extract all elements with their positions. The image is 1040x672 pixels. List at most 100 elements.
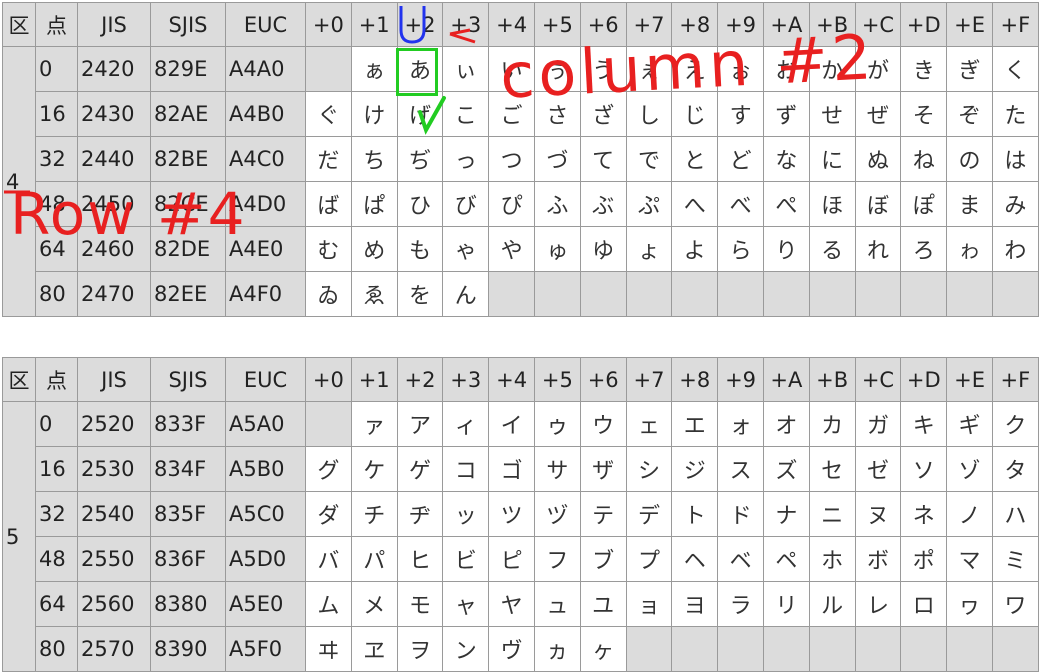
char-cell: ぇ: [625, 46, 673, 92]
column-header: +8: [671, 2, 719, 47]
char-cell: ご: [488, 91, 535, 137]
char-cell: ェ: [625, 401, 673, 447]
char-cell: ヨ: [671, 581, 719, 627]
column-header: 点: [35, 2, 78, 47]
column-header: +1: [350, 357, 398, 402]
char-cell: ゲ: [396, 446, 444, 492]
jis-cell: 2450: [77, 181, 151, 227]
char-cell: デ: [625, 491, 673, 537]
char-cell: よ: [671, 226, 719, 272]
table-row: 48 2450 82CE A4D0 ばぱひびぴふぶぷへべぺほぼぽまみ: [3, 181, 1039, 227]
char-cell: と: [671, 136, 719, 182]
euc-cell: A4A0: [225, 46, 306, 92]
char-cell: チ: [350, 491, 398, 537]
char-cell: ャ: [442, 581, 490, 627]
char-cell: く: [991, 46, 1039, 92]
char-cell: ゐ: [305, 271, 352, 317]
char-cell: ぽ: [900, 181, 948, 227]
column-header: 区: [2, 357, 36, 402]
euc-cell: A5B0: [225, 446, 306, 492]
char-cell: [625, 271, 673, 317]
char-cell: ク: [991, 401, 1039, 447]
ku-cell: 5: [2, 401, 36, 672]
char-cell: ゴ: [488, 446, 535, 492]
char-cell: ラ: [717, 581, 764, 627]
jis-cell: 2470: [77, 271, 151, 317]
table-row: 16 2530 834F A5B0 グケゲコゴサザシジスズセゼソゾタ: [3, 446, 1039, 492]
char-cell: ぜ: [854, 91, 902, 137]
column-header: +9: [717, 357, 764, 402]
char-cell: ど: [717, 136, 764, 182]
column-header: +6: [579, 2, 627, 47]
char-cell: を: [396, 271, 444, 317]
column-header: +D: [900, 357, 948, 402]
char-cell: ふ: [533, 181, 581, 227]
char-cell: モ: [396, 581, 444, 627]
char-cell: ロ: [900, 581, 948, 627]
jis-cell: 2570: [77, 626, 151, 672]
char-cell: ス: [717, 446, 764, 492]
char-cell: ペ: [762, 536, 810, 582]
char-cell: る: [808, 226, 856, 272]
char-cell: [305, 401, 352, 447]
char-cell: や: [488, 226, 535, 272]
char-cell: セ: [808, 446, 856, 492]
char-cell: が: [854, 46, 902, 92]
char-cell: び: [442, 181, 490, 227]
column-header: +A: [762, 2, 810, 47]
ten-cell: 32: [35, 491, 78, 537]
char-cell: せ: [808, 91, 856, 137]
char-cell: ド: [717, 491, 764, 537]
char-cell: [717, 271, 764, 317]
char-cell: ヂ: [396, 491, 444, 537]
char-cell: [991, 271, 1039, 317]
table-header-row: 区点 JIS SJIS EUC +0 +1 +2 +3 +4 +5 +6 +7 +8 +9 +A +B +C +D…: [2, 2, 1039, 47]
char-cell: れ: [854, 226, 902, 272]
char-cell: ア: [396, 401, 444, 447]
char-cell: メ: [350, 581, 398, 627]
char-cell: ポ: [900, 536, 948, 582]
column-header: +C: [854, 357, 902, 402]
ten-cell: 80: [35, 626, 78, 672]
char-cell: ゃ: [442, 226, 490, 272]
char-cell: ォ: [717, 401, 764, 447]
table-row: 32 2540 835F A5C0 ダチヂッツヅテデトドナニヌネノハ: [3, 491, 1039, 537]
column-header: +5: [533, 357, 581, 402]
char-cell: ち: [350, 136, 398, 182]
kanji-table-row-5: 区点 JIS SJIS EUC +0 +1 +2 +3 +4 +5 +6 +7 +8 +9 +A +B +C +D…: [2, 357, 1039, 672]
char-cell: ヘ: [671, 536, 719, 582]
char-cell: ソ: [900, 446, 948, 492]
char-cell: ッ: [442, 491, 490, 537]
column-header: +E: [946, 2, 993, 47]
column-header: +E: [946, 357, 993, 402]
char-cell: テ: [579, 491, 627, 537]
char-cell: に: [808, 136, 856, 182]
sjis-cell: 82AE: [150, 91, 226, 137]
column-header: +7: [625, 2, 673, 47]
char-cell: [305, 46, 352, 92]
char-cell: ィ: [442, 401, 490, 447]
char-cell: の: [946, 136, 993, 182]
char-cell: [946, 271, 993, 317]
ten-cell: 64: [35, 226, 78, 272]
char-cell: そ: [900, 91, 948, 137]
column-header: +8: [671, 357, 719, 402]
char-cell: レ: [854, 581, 902, 627]
char-cell: エ: [671, 401, 719, 447]
euc-cell: A5D0: [225, 536, 306, 582]
char-cell: ぶ: [579, 181, 627, 227]
sjis-cell: 833F: [150, 401, 226, 447]
char-cell: ゥ: [533, 401, 581, 447]
sjis-cell: 836F: [150, 536, 226, 582]
char-cell: づ: [533, 136, 581, 182]
table-row: 64 2460 82DE A4E0 むめもゃやゅゆょよらりるれろゎわ: [3, 226, 1039, 272]
column-header: +0: [305, 357, 352, 402]
ten-cell: 0: [35, 401, 78, 447]
char-cell: [991, 626, 1039, 672]
char-cell: ネ: [900, 491, 948, 537]
char-cell: あ: [396, 46, 444, 92]
char-cell: [808, 271, 856, 317]
char-cell: ダ: [305, 491, 352, 537]
sjis-cell: 834F: [150, 446, 226, 492]
char-cell: シ: [625, 446, 673, 492]
